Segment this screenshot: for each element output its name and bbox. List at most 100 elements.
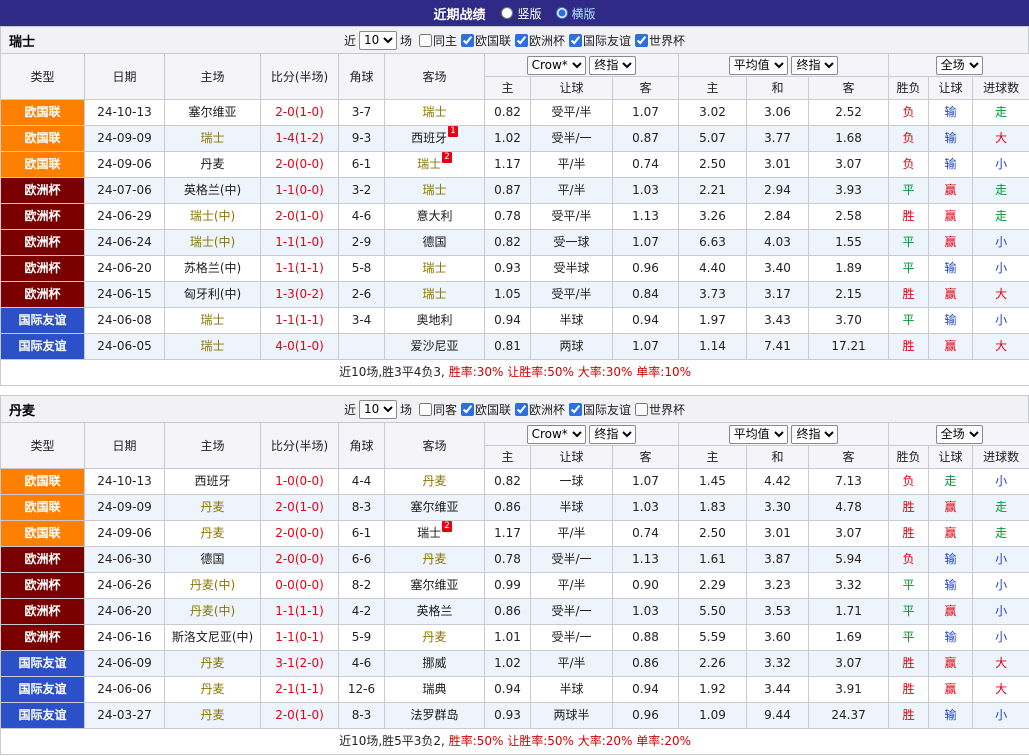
away-team: 西班牙1: [385, 126, 485, 152]
filter-checkbox-1[interactable]: 欧国联: [461, 401, 511, 418]
away-team: 奥地利: [385, 308, 485, 334]
filter-checkbox-2[interactable]: 欧洲杯: [515, 401, 565, 418]
filter-checkbox-0[interactable]: 同客: [419, 401, 457, 418]
team-name[interactable]: 丹麦: [200, 682, 224, 696]
odds-time-select[interactable]: 终指: [589, 425, 636, 444]
team-name[interactable]: 德国: [200, 552, 224, 566]
avg-select[interactable]: 平均值: [729, 425, 788, 444]
layout-option-horizontal[interactable]: 横版: [556, 5, 596, 22]
team-name[interactable]: 法罗群岛: [410, 708, 458, 722]
horizontal-radio[interactable]: [556, 7, 568, 19]
corner-score: [339, 334, 385, 360]
avg-away: 3.91: [809, 677, 889, 703]
team-name[interactable]: 瑞士: [417, 157, 441, 171]
odds-home: 0.86: [485, 599, 531, 625]
summary-stats: 胜率:50% 让胜率:50% 大率:20% 单率:20%: [445, 734, 691, 748]
team-name[interactable]: 瑞士: [200, 339, 224, 353]
summary-line: 近10场,胜3平4负3, 胜率:30% 让胜率:50% 大率:30% 单率:10…: [1, 360, 1029, 386]
filter-checkbox-4[interactable]: 世界杯: [635, 401, 685, 418]
team-name[interactable]: 奥地利: [416, 313, 452, 327]
team-name[interactable]: 英格兰: [416, 604, 452, 618]
checkbox-input[interactable]: [635, 403, 648, 416]
team-name[interactable]: 丹麦: [200, 656, 224, 670]
match-date: 24-06-20: [85, 599, 165, 625]
team-name[interactable]: 丹麦: [422, 474, 446, 488]
team-name[interactable]: 丹麦: [200, 157, 224, 171]
team-name[interactable]: 丹麦(中): [190, 578, 235, 592]
subcol-avg-home: 主: [679, 446, 747, 469]
team-name[interactable]: 瑞士: [417, 526, 441, 540]
avg-draw: 3.32: [747, 651, 809, 677]
match-count-select[interactable]: 10: [359, 31, 397, 50]
team-name[interactable]: 德国: [422, 235, 446, 249]
team-name[interactable]: 英格兰(中): [184, 183, 241, 197]
checkbox-input[interactable]: [635, 34, 648, 47]
team-name[interactable]: 瑞士(中): [190, 235, 235, 249]
team-name[interactable]: 瑞士: [422, 287, 446, 301]
home-team: 瑞士: [165, 308, 261, 334]
team-name[interactable]: 意大利: [416, 209, 452, 223]
match-score: 1-1(0-1): [261, 625, 339, 651]
checkbox-input[interactable]: [461, 34, 474, 47]
page-title: 近期战绩: [433, 4, 485, 23]
scope-select[interactable]: 全场: [936, 56, 983, 75]
team-name[interactable]: 瑞士: [422, 183, 446, 197]
team-name[interactable]: 丹麦: [200, 708, 224, 722]
avg-away: 5.94: [809, 547, 889, 573]
avg-time-select[interactable]: 终指: [791, 425, 838, 444]
checkbox-input[interactable]: [569, 403, 582, 416]
team-name[interactable]: 挪威: [422, 656, 446, 670]
team-name[interactable]: 塞尔维亚: [188, 105, 236, 119]
checkbox-input[interactable]: [515, 34, 528, 47]
subcol-avg-draw: 和: [747, 446, 809, 469]
match-date: 24-10-13: [85, 469, 165, 495]
vertical-radio[interactable]: [501, 7, 513, 19]
checkbox-input[interactable]: [419, 403, 432, 416]
checkbox-input[interactable]: [419, 34, 432, 47]
team-name[interactable]: 瑞士: [200, 313, 224, 327]
match-row: 欧洲杯24-07-06英格兰(中)1-1(0-0)3-2瑞士0.87平/半1.0…: [1, 178, 1029, 204]
filter-checkbox-4[interactable]: 世界杯: [635, 32, 685, 49]
team-name[interactable]: 爱沙尼亚: [410, 339, 458, 353]
team-name[interactable]: 西班牙: [411, 131, 447, 145]
away-team: 瑞士2: [385, 152, 485, 178]
team-name[interactable]: 塞尔维亚: [410, 500, 458, 514]
bookmaker-select[interactable]: Crow*: [527, 56, 586, 75]
layout-option-vertical[interactable]: 竖版: [501, 5, 541, 22]
odds-home: 1.02: [485, 651, 531, 677]
checkbox-input[interactable]: [461, 403, 474, 416]
team-name[interactable]: 瑞典: [422, 682, 446, 696]
result-goals: 小: [973, 573, 1029, 599]
team-name[interactable]: 瑞士: [422, 105, 446, 119]
team-name[interactable]: 丹麦(中): [190, 604, 235, 618]
filter-checkbox-2[interactable]: 欧洲杯: [515, 32, 565, 49]
match-count-select[interactable]: 10: [359, 400, 397, 419]
team-name[interactable]: 瑞士(中): [190, 209, 235, 223]
filter-checkbox-3[interactable]: 国际友谊: [569, 32, 631, 49]
odds-time-select[interactable]: 终指: [589, 56, 636, 75]
team-name[interactable]: 匈牙利(中): [184, 287, 241, 301]
avg-time-select[interactable]: 终指: [791, 56, 838, 75]
league-type-badge: 欧洲杯: [1, 547, 85, 573]
team-name[interactable]: 丹麦: [422, 630, 446, 644]
team-name[interactable]: 瑞士: [422, 261, 446, 275]
team-name[interactable]: 丹麦: [200, 526, 224, 540]
team-name[interactable]: 塞尔维亚: [410, 578, 458, 592]
team-name[interactable]: 丹麦: [200, 500, 224, 514]
filter-checkbox-0[interactable]: 同主: [419, 32, 457, 49]
match-row: 欧洲杯24-06-16斯洛文尼亚(中)1-1(0-1)5-9丹麦1.01受半/一…: [1, 625, 1029, 651]
avg-select[interactable]: 平均值: [729, 56, 788, 75]
filter-checkbox-1[interactable]: 欧国联: [461, 32, 511, 49]
team-name[interactable]: 瑞士: [200, 131, 224, 145]
result-handicap: 赢: [929, 230, 973, 256]
checkbox-input[interactable]: [515, 403, 528, 416]
team-name[interactable]: 丹麦: [422, 552, 446, 566]
bookmaker-select[interactable]: Crow*: [527, 425, 586, 444]
scope-select[interactable]: 全场: [936, 425, 983, 444]
team-name[interactable]: 苏格兰(中): [184, 261, 241, 275]
checkbox-input[interactable]: [569, 34, 582, 47]
team-name[interactable]: 西班牙: [194, 474, 230, 488]
filter-checkbox-3[interactable]: 国际友谊: [569, 401, 631, 418]
avg-away: 4.78: [809, 495, 889, 521]
team-name[interactable]: 斯洛文尼亚(中): [172, 630, 253, 644]
